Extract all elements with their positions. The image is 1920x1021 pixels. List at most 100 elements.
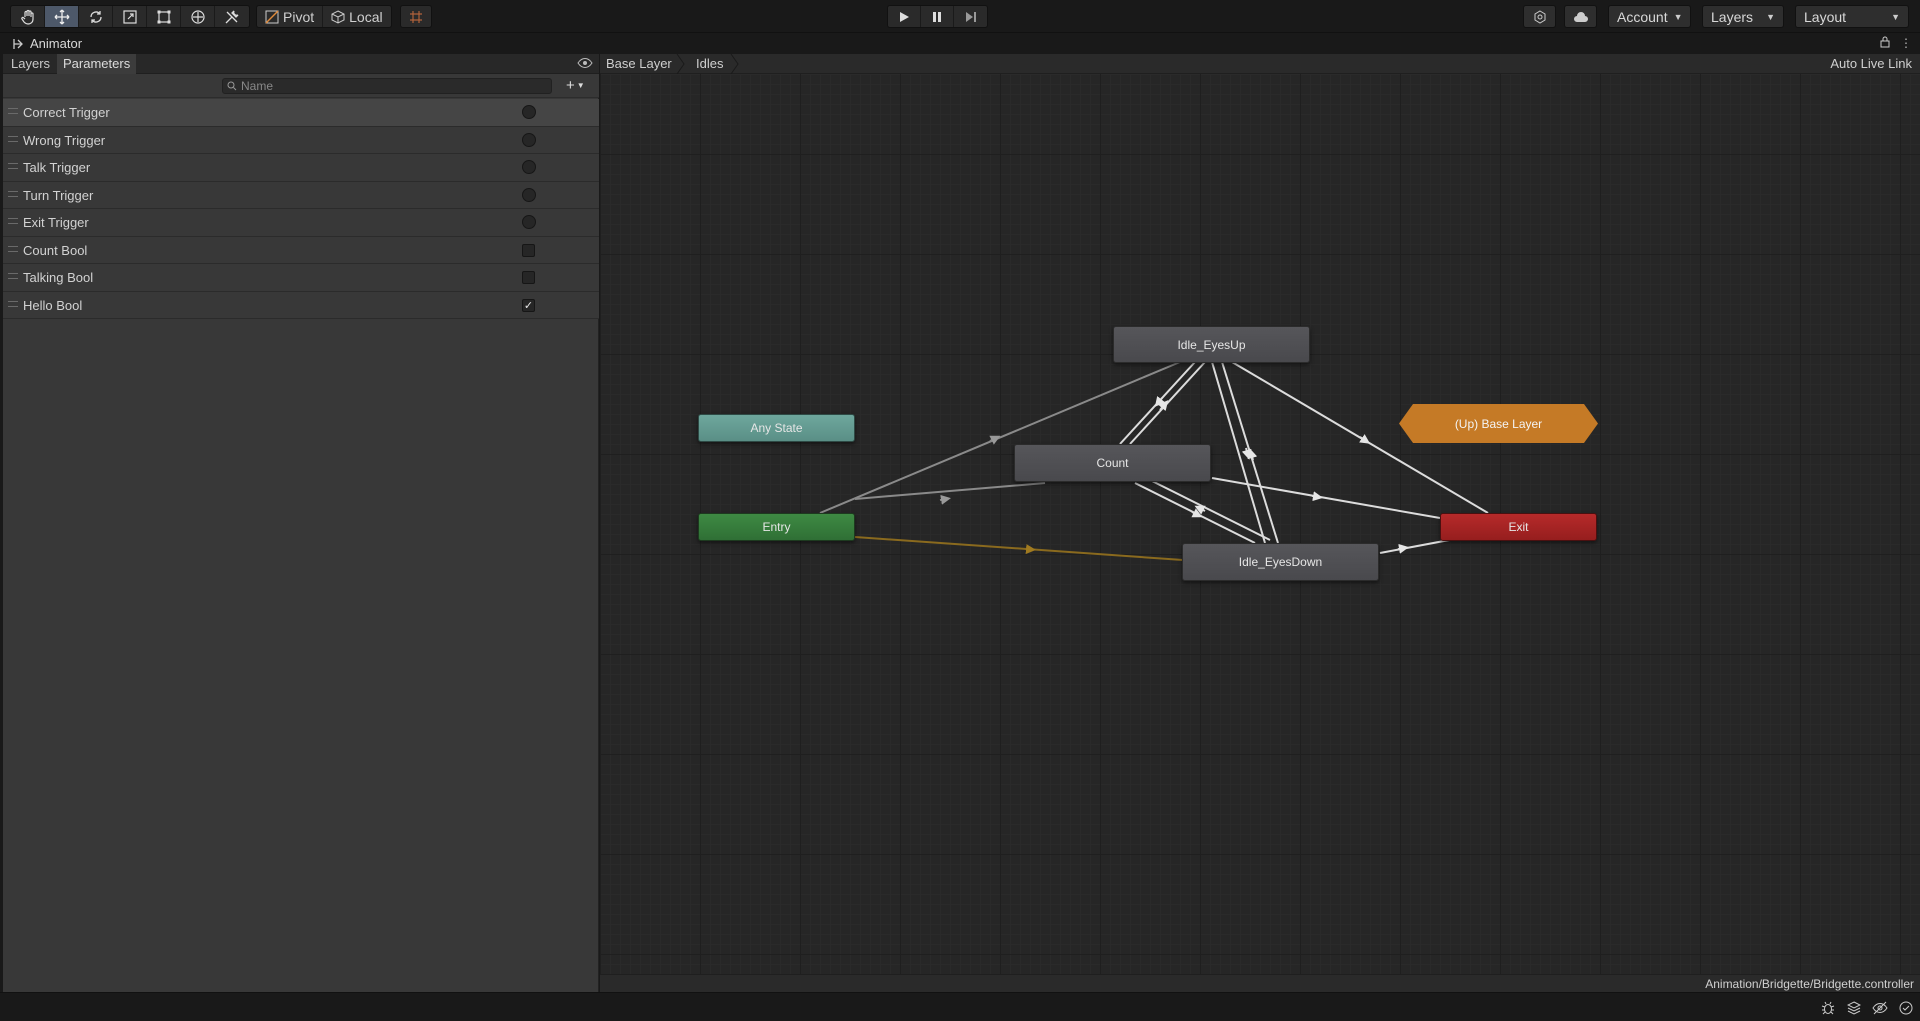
state-node-idle-eyes-up[interactable]: Idle_EyesUp — [1113, 326, 1310, 363]
account-label: Account — [1617, 8, 1668, 25]
panel-tabs: Layers Parameters — [3, 54, 599, 74]
pause-button[interactable] — [921, 6, 954, 27]
local-label: Local — [349, 8, 383, 25]
controller-path-bar: Animation/Bridgette/Bridgette.controller — [600, 974, 1920, 992]
play-button[interactable] — [888, 6, 921, 27]
trigger-radio[interactable] — [522, 105, 536, 119]
cloud-button[interactable] — [1564, 5, 1597, 28]
playback-controls — [887, 5, 988, 28]
transform-tools — [10, 5, 250, 28]
parameter-row[interactable]: Count Bool — [3, 236, 599, 264]
step-button[interactable] — [954, 6, 987, 27]
bool-checkbox-checked[interactable]: ✓ — [522, 298, 535, 312]
hand-icon — [20, 9, 34, 25]
search-icon — [227, 81, 237, 91]
drag-handle-icon[interactable] — [8, 300, 18, 307]
pivot-icon — [265, 10, 279, 23]
layers-dropdown[interactable]: Layers ▼ — [1702, 5, 1784, 28]
breadcrumb-idles[interactable]: Idles — [696, 54, 723, 74]
parameter-row[interactable]: Exit Trigger — [3, 209, 599, 237]
play-icon — [900, 11, 909, 22]
parameter-name: Exit Trigger — [23, 215, 89, 230]
controller-path: Animation/Bridgette/Bridgette.controller — [1705, 977, 1914, 991]
drag-handle-icon[interactable] — [8, 245, 18, 252]
bool-checkbox[interactable] — [522, 243, 535, 257]
drag-handle-icon[interactable] — [8, 163, 18, 169]
pivot-local-group: Pivot Local — [256, 5, 392, 28]
parameter-name: Turn Trigger — [23, 187, 94, 203]
parameter-row[interactable]: Wrong Trigger — [3, 126, 599, 154]
parameter-name: Talk Trigger — [23, 160, 91, 175]
hand-tool-button[interactable] — [11, 6, 45, 27]
pivot-toggle[interactable]: Pivot — [257, 6, 324, 27]
parameter-row[interactable]: Hello Bool ✓ — [3, 291, 599, 319]
search-input[interactable] — [241, 79, 541, 93]
bool-checkbox[interactable] — [522, 271, 535, 284]
trigger-radio[interactable] — [522, 187, 536, 202]
trigger-radio[interactable] — [522, 215, 536, 229]
window-title: Animator — [30, 36, 83, 51]
breadcrumb-base-layer[interactable]: Base Layer — [606, 54, 672, 74]
move-tool-button[interactable] — [45, 6, 79, 27]
up-base-layer-node[interactable]: (Up) Base Layer — [1399, 404, 1598, 443]
parameter-row[interactable]: Turn Trigger — [3, 181, 599, 209]
layout-dropdown[interactable]: Layout ▼ — [1795, 5, 1909, 28]
scale-tool-button[interactable] — [113, 6, 147, 27]
state-node-count[interactable]: Count — [1014, 444, 1211, 482]
grid-snap-button[interactable] — [401, 6, 431, 27]
pause-icon — [933, 11, 941, 22]
animator-window-tab: Animator ⋮ — [0, 33, 1920, 54]
add-parameter-button[interactable]: + ▼ — [566, 77, 585, 94]
drag-handle-icon[interactable] — [8, 273, 18, 279]
editor-status-bar — [0, 992, 1920, 1021]
chevron-down-icon: ▼ — [1766, 11, 1775, 22]
parameter-row[interactable]: Talk Trigger — [3, 154, 599, 182]
more-options-icon[interactable]: ⋮ — [1900, 36, 1912, 51]
auto-live-link-toggle[interactable]: Auto Live Link — [1830, 54, 1912, 74]
chevron-down-icon: ▼ — [1891, 11, 1900, 22]
drag-handle-icon[interactable] — [8, 108, 18, 114]
parameter-list: Correct Trigger Wrong Trigger Talk Trigg… — [3, 99, 599, 319]
services-button[interactable] — [1523, 5, 1556, 28]
local-toggle[interactable]: Local — [323, 6, 390, 27]
drag-handle-icon[interactable] — [8, 190, 18, 197]
animator-tab[interactable]: Animator — [12, 36, 82, 51]
parameters-panel: Layers Parameters + ▼ Correct Trigger Wr… — [3, 54, 599, 992]
parameter-name: Correct Trigger — [23, 105, 110, 120]
drag-handle-icon[interactable] — [8, 135, 18, 142]
lock-icon[interactable] — [1880, 36, 1890, 51]
custom-tool-button[interactable] — [215, 6, 249, 27]
parameter-row[interactable]: Correct Trigger — [3, 99, 599, 127]
account-dropdown[interactable]: Account ▼ — [1608, 5, 1691, 28]
parameter-name: Talking Bool — [23, 270, 94, 285]
eye-icon[interactable] — [577, 57, 593, 72]
plus-icon: + — [566, 77, 575, 94]
rotate-icon — [89, 10, 102, 23]
tab-parameters[interactable]: Parameters — [57, 54, 137, 74]
parameter-name: Hello Bool — [23, 297, 83, 313]
trigger-radio[interactable] — [522, 132, 536, 147]
any-state-node[interactable]: Any State — [698, 414, 855, 442]
chevron-down-icon: ▼ — [576, 81, 585, 90]
chevron-down-icon: ▼ — [1673, 11, 1683, 22]
entry-node[interactable]: Entry — [698, 513, 855, 541]
trigger-radio[interactable] — [522, 160, 536, 174]
exit-node[interactable]: Exit — [1440, 513, 1597, 541]
transform-tool-button[interactable] — [181, 6, 215, 27]
bug-icon[interactable] — [1820, 1000, 1836, 1016]
stack-icon[interactable] — [1846, 1000, 1862, 1016]
rotate-tool-button[interactable] — [79, 6, 113, 27]
main-toolbar: Pivot Local Account ▼ Layers ▼ Layout ▼ — [0, 0, 1920, 33]
local-cube-icon — [331, 9, 345, 24]
tab-layers[interactable]: Layers — [5, 54, 56, 74]
check-circle-icon[interactable] — [1898, 1000, 1914, 1016]
eye-slash-icon[interactable] — [1872, 1000, 1888, 1016]
drag-handle-icon[interactable] — [8, 218, 18, 224]
tools-icon — [225, 10, 239, 23]
state-node-idle-eyes-down[interactable]: Idle_EyesDown — [1182, 543, 1379, 581]
parameter-row[interactable]: Talking Bool — [3, 264, 599, 292]
grid-snap-icon — [410, 10, 422, 23]
rect-tool-button[interactable] — [147, 6, 181, 27]
cloud-icon — [1573, 11, 1588, 22]
breadcrumb: Base Layer Idles Auto Live Link — [600, 54, 1920, 74]
